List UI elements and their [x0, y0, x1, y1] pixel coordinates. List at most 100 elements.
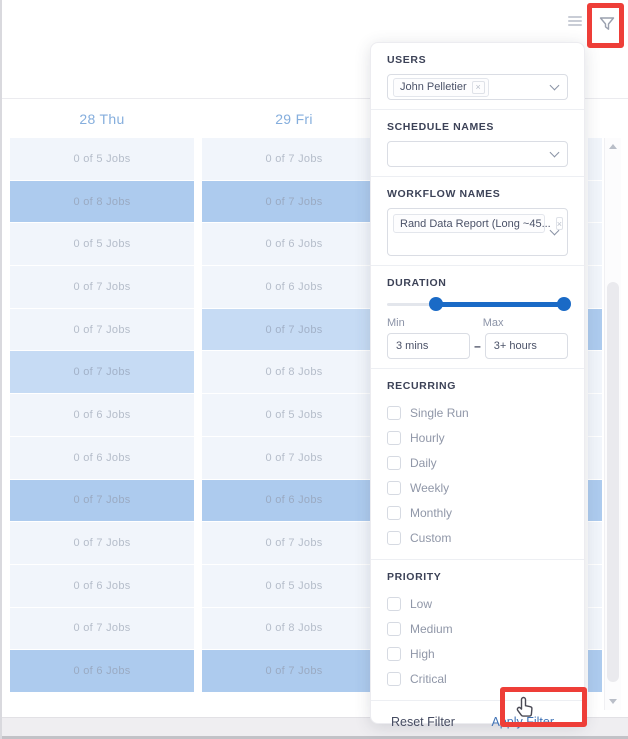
calendar-cell[interactable]: 0 of 8 Jobs: [202, 351, 386, 394]
checkbox-row[interactable]: Hourly: [387, 425, 568, 450]
checkbox-row[interactable]: Low: [387, 591, 568, 616]
checkbox[interactable]: [387, 646, 401, 661]
workflow-names-select[interactable]: Rand Data Report (Long ~45... ×: [387, 208, 568, 256]
calendar-cell[interactable]: 0 of 6 Jobs: [10, 436, 194, 479]
calendar-cell[interactable]: [588, 351, 602, 394]
users-select[interactable]: John Pelletier ×: [387, 74, 568, 100]
calendar-cell[interactable]: 0 of 7 Jobs: [202, 180, 386, 223]
min-duration-input[interactable]: 3 mins: [387, 333, 471, 359]
calendar-cell[interactable]: 0 of 7 Jobs: [202, 138, 386, 180]
app-window: 28 Thu 0 of 5 Jobs 0 of 8 Jobs 0 of 5 Jobs 0…: [0, 0, 628, 739]
scroll-down-icon[interactable]: [609, 699, 617, 704]
checkbox-label: Critical: [410, 671, 447, 686]
reset-filter-button[interactable]: Reset Filter: [391, 715, 455, 729]
calendar-cell[interactable]: 0 of 7 Jobs: [202, 436, 386, 479]
calendar-cell[interactable]: [588, 479, 602, 522]
checkbox-label: Monthly: [410, 505, 453, 520]
calendar-cell[interactable]: 0 of 6 Jobs: [202, 266, 386, 308]
calendar-cell[interactable]: 0 of 5 Jobs: [202, 564, 386, 607]
checkbox-row[interactable]: Monthly: [387, 500, 568, 525]
checkbox-label: Daily: [410, 455, 437, 470]
calendar-cell[interactable]: 0 of 8 Jobs: [10, 180, 194, 223]
filter-icon[interactable]: [598, 15, 616, 38]
calendar-cell[interactable]: [588, 138, 602, 180]
calendar-cell[interactable]: 0 of 5 Jobs: [10, 138, 194, 180]
priority-label: PRIORITY: [387, 571, 442, 583]
day-column: 0 of 7 Jobs 0 of 7 Jobs 0 of 6 Jobs 0 of 6 …: [202, 138, 386, 693]
checkbox-label: Medium: [410, 621, 453, 636]
checkbox-row[interactable]: Critical: [387, 666, 568, 691]
duration-label: DURATION: [387, 277, 447, 289]
schedule-names-select[interactable]: [387, 141, 568, 167]
checkbox-row[interactable]: Daily: [387, 450, 568, 475]
calendar-cell[interactable]: 0 of 7 Jobs: [10, 522, 194, 564]
slider-handle-min[interactable]: [428, 297, 443, 311]
scrollbar-thumb[interactable]: [607, 282, 619, 682]
calendar-cell[interactable]: [588, 650, 602, 692]
day-column-header: 29 Fri: [275, 110, 313, 127]
filter-panel-footer: Reset Filter Apply Filter: [371, 701, 584, 739]
workflow-names-section: WORKFLOW NAMES Rand Data Report (Long ~4…: [371, 177, 584, 266]
checkbox[interactable]: [387, 480, 401, 495]
calendar-cell[interactable]: [588, 436, 602, 479]
day-column: 0 of 5 Jobs 0 of 8 Jobs 0 of 5 Jobs 0 of 7 …: [10, 138, 194, 693]
calendar-cell[interactable]: [588, 522, 602, 564]
checkbox[interactable]: [387, 430, 401, 445]
workflow-tag: Rand Data Report (Long ~45... ×: [393, 214, 563, 233]
checkbox[interactable]: [387, 596, 401, 611]
calendar-cell[interactable]: 0 of 7 Jobs: [10, 266, 194, 308]
checkbox-label: High: [410, 646, 435, 661]
workflow-tag-text: Rand Data Report (Long ~45...: [400, 217, 551, 230]
schedule-names-label: SCHEDULE NAMES: [387, 121, 494, 133]
calendar-cell[interactable]: [588, 180, 602, 223]
calendar-cell[interactable]: 0 of 6 Jobs: [10, 564, 194, 607]
calendar-cell[interactable]: 0 of 7 Jobs: [10, 479, 194, 522]
calendar-cell[interactable]: [588, 564, 602, 607]
calendar-cell[interactable]: 0 of 5 Jobs: [10, 223, 194, 266]
checkbox[interactable]: [387, 505, 401, 520]
calendar-cell[interactable]: 0 of 7 Jobs: [10, 351, 194, 394]
calendar-cell[interactable]: [588, 223, 602, 266]
list-view-icon[interactable]: [568, 16, 582, 27]
max-duration-input[interactable]: 3+ hours: [484, 333, 568, 359]
remove-tag-icon[interactable]: ×: [471, 80, 485, 94]
calendar-cell[interactable]: 0 of 8 Jobs: [202, 607, 386, 650]
checkbox-row[interactable]: Single Run: [387, 400, 568, 425]
calendar-cell[interactable]: 0 of 7 Jobs: [202, 650, 386, 692]
checkbox-label: Single Run: [410, 405, 469, 420]
chevron-down-icon[interactable]: [549, 147, 560, 158]
checkbox[interactable]: [387, 621, 401, 636]
checkbox-row[interactable]: Medium: [387, 616, 568, 641]
scroll-up-icon[interactable]: [609, 144, 617, 149]
calendar-cell[interactable]: 0 of 7 Jobs: [202, 522, 386, 564]
calendar-cell[interactable]: 0 of 6 Jobs: [202, 223, 386, 266]
checkbox-row[interactable]: High: [387, 641, 568, 666]
vertical-scrollbar[interactable]: [604, 138, 621, 710]
workflow-names-label: WORKFLOW NAMES: [387, 188, 501, 200]
calendar-cell[interactable]: 0 of 7 Jobs: [10, 308, 194, 351]
checkbox[interactable]: [387, 671, 401, 686]
calendar-cell[interactable]: 0 of 7 Jobs: [10, 607, 194, 650]
checkbox[interactable]: [387, 405, 401, 420]
users-section: USERS John Pelletier ×: [371, 43, 584, 110]
recurring-label: RECURRING: [387, 380, 456, 392]
duration-slider[interactable]: [387, 297, 572, 311]
checkbox[interactable]: [387, 530, 401, 545]
calendar-cell[interactable]: [588, 266, 602, 308]
calendar-cell[interactable]: 0 of 7 Jobs: [202, 308, 386, 351]
schedule-names-section: SCHEDULE NAMES: [371, 110, 584, 177]
checkbox-row[interactable]: Weekly: [387, 475, 568, 500]
calendar-cell[interactable]: 0 of 6 Jobs: [10, 394, 194, 436]
calendar-cell[interactable]: [588, 308, 602, 351]
checkbox-label: Custom: [410, 530, 452, 545]
calendar-cell[interactable]: 0 of 6 Jobs: [202, 479, 386, 522]
apply-filter-button[interactable]: Apply Filter: [491, 715, 554, 729]
calendar-cell[interactable]: 0 of 5 Jobs: [202, 394, 386, 436]
checkbox-row[interactable]: Custom: [387, 525, 568, 550]
slider-handle-max[interactable]: [557, 297, 572, 311]
chevron-down-icon[interactable]: [549, 80, 560, 91]
calendar-cell[interactable]: [588, 394, 602, 436]
checkbox[interactable]: [387, 455, 401, 470]
calendar-cell[interactable]: 0 of 6 Jobs: [10, 650, 194, 692]
calendar-cell[interactable]: [588, 607, 602, 650]
